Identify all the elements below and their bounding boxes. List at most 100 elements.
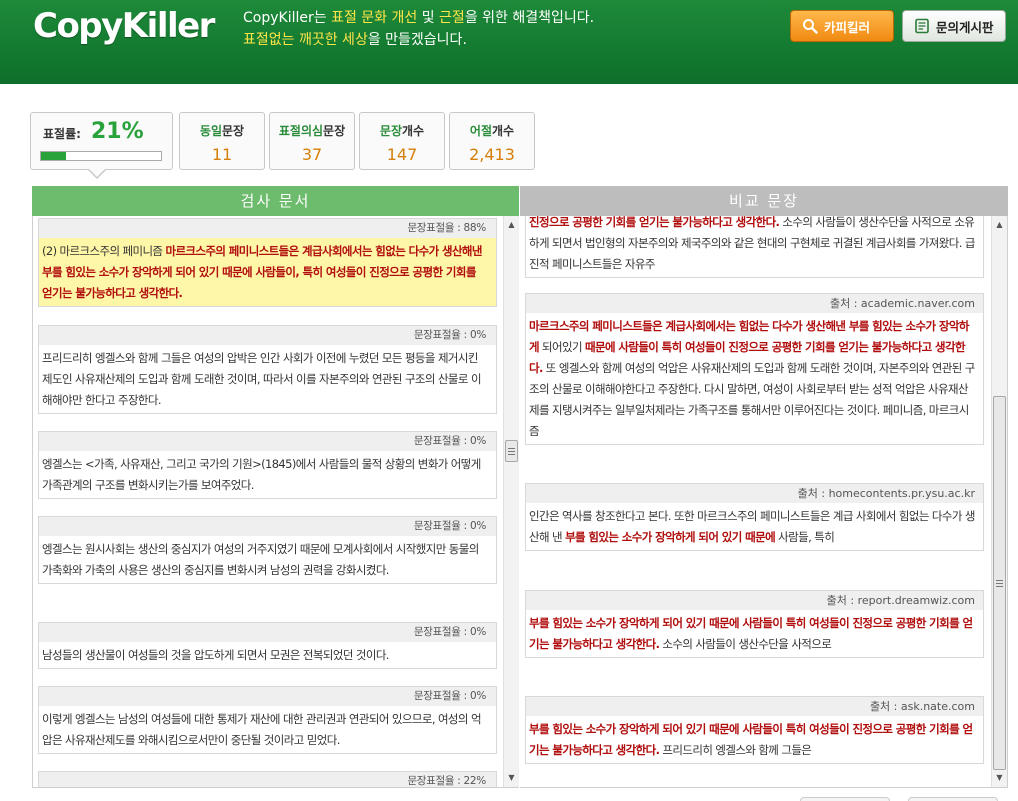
plagiarism-rate-box: 표절률: 21% <box>30 112 173 170</box>
slogan-highlight: 근절 <box>439 10 465 26</box>
slogan-text: 및 <box>417 10 440 26</box>
sentence-plagiarism-rate: 문장표절율 : 0% <box>39 432 496 451</box>
grip-icon <box>996 579 1003 587</box>
stat-label-green: 문장 <box>379 124 402 138</box>
stat-label-rest: 문장 <box>222 124 245 138</box>
scroll-thumb[interactable] <box>505 440 518 462</box>
stat-label: 표절의심문장 <box>270 122 354 139</box>
document-sentence-text: 이렇게 엥겔스는 남성의 여성들에 대한 통제가 재산에 대한 관리권과 연관되… <box>42 712 482 747</box>
plagiarism-rate-label: 표절률: <box>43 127 81 141</box>
source-url[interactable]: 출처 : homecontents.pr.ysu.ac.kr <box>526 484 983 503</box>
sentence-plagiarism-rate: 문장표절율 : 0% <box>39 687 496 706</box>
sentence-plagiarism-rate: 문장표절율 : 0% <box>39 623 496 642</box>
slogan-highlight: 표절없는 깨끗한 세상 <box>243 32 368 48</box>
document-sentence-text: (2) 마르크스주의 페미니즘 마르크스주의 페미니스트들은 계급사회에서는 힘… <box>39 238 496 306</box>
document-sentence-block[interactable]: 문장표절율 : 0% 엥겔스는 <가족, 사유재산, 그리고 국가의 기원>(1… <box>38 431 497 499</box>
comparison-text: 인간은 역사를 창조한다고 본다. 또한 마르크스주의 페미니스트들은 계급 사… <box>526 503 983 550</box>
slogan-line-2: 표절없는 깨끗한 세상을 만들겠습니다. <box>243 29 594 51</box>
inspected-document-title: 검사 문서 <box>32 186 519 216</box>
stat-label-green: 동일 <box>199 124 222 138</box>
stat-word-count: 어절개수 2,413 <box>449 112 535 170</box>
grip-icon <box>508 447 515 455</box>
document-sentence-block[interactable]: 문장표절율 : 0% 엥겔스는 원시사회는 생산의 중심지가 여성의 거주지였기… <box>38 516 497 584</box>
comparison-sentences-panel[interactable]: 진정으로 공평한 기회를 얻기는 불가능하다고 생각한다. 소수의 사람들이 생… <box>520 216 1008 788</box>
stat-value: 147 <box>386 145 418 164</box>
slogan-brand: CopyKiller <box>243 10 314 26</box>
sentence-plagiarism-rate: 문장표절율 : 88% <box>39 219 496 238</box>
stat-pointer-inner <box>89 169 105 177</box>
stat-label: 동일문장 <box>180 122 264 139</box>
sentence-plagiarism-rate: 문장표절율 : 0% <box>39 517 496 536</box>
matched-part: 부를 힘있는 소수가 장악하게 되어 있기 때문에 <box>565 530 776 544</box>
copykiller-button[interactable]: 카피킬러 <box>790 10 894 42</box>
comparison-source-block[interactable]: 출처 : homecontents.pr.ysu.ac.kr 인간은 역사를 창… <box>525 483 984 551</box>
comparison-source-block[interactable]: 진정으로 공평한 기회를 얻기는 불가능하다고 생각한다. 소수의 사람들이 생… <box>525 216 984 278</box>
stat-label-green: 어절 <box>469 124 492 138</box>
scroll-up-arrow-icon[interactable]: ▲ <box>504 218 519 232</box>
left-scrollbar[interactable]: ▲ ▼ <box>503 216 519 787</box>
scroll-up-arrow-icon[interactable]: ▲ <box>992 218 1007 232</box>
comparison-text: 진정으로 공평한 기회를 얻기는 불가능하다고 생각한다. 소수의 사람들이 생… <box>526 216 983 277</box>
slogan-text: 을 위한 해결책입니다. <box>464 10 595 26</box>
stat-value: 2,413 <box>469 145 515 164</box>
source-part: 되어있기 <box>538 340 586 354</box>
comparison-source-block[interactable]: 출처 : academic.naver.com 마르크스주의 페미니스트들은 계… <box>525 293 984 445</box>
stat-label-rest: 개수 <box>492 124 515 138</box>
comparison-text: 부를 힘있는 소수가 장악하게 되어 있기 때문에 사람들이 특히 여성들이 진… <box>526 716 983 763</box>
stat-label-green: 표절의심 <box>278 124 324 138</box>
matched-part: 진정으로 공평한 기회를 얻기는 불가능하다고 생각한다. <box>529 216 780 229</box>
sentence-plagiarism-rate: 문장표절율 : 22% <box>39 772 496 787</box>
source-part: 사람들, 특히 <box>775 530 835 544</box>
source-url[interactable]: 출처 : academic.naver.com <box>526 294 983 313</box>
plagiarism-rate-value: 21% <box>91 119 144 144</box>
document-sentence-text: 프리드리히 엥겔스와 함께 그들은 여성의 압박은 인간 사회가 이전에 누렸던… <box>42 351 482 407</box>
plagiarism-rate-bar <box>40 151 162 161</box>
source-url[interactable]: 출처 : report.dreamwiz.com <box>526 591 983 610</box>
stat-label-rest: 문장 <box>323 124 346 138</box>
stat-label: 문장개수 <box>360 122 444 139</box>
slogan-line-1: CopyKiller는 표절 문화 개선 및 근절을 위한 해결책입니다. <box>243 7 594 29</box>
slogan-highlight: 표절 문화 개선 <box>331 10 418 26</box>
stat-sentence-count: 문장개수 147 <box>359 112 445 170</box>
sentence-plagiarism-rate: 문장표절율 : 0% <box>39 326 496 345</box>
document-sentence-block[interactable]: 문장표절율 : 88% (2) 마르크스주의 페미니즘 마르크스주의 페미니스트… <box>38 218 497 307</box>
document-sentence-text: 남성들의 생산물이 여성들의 것을 압도하게 되면서 모권은 전복되었던 것이다… <box>42 648 389 662</box>
scroll-down-arrow-icon[interactable]: ▼ <box>504 771 519 785</box>
right-scrollbar[interactable]: ▲ ▼ <box>991 216 1007 787</box>
source-part: 소수의 사람들이 생산수단을 사적으로 <box>659 637 832 651</box>
document-sentence-block[interactable]: 문장표절율 : 0% 남성들의 생산물이 여성들의 것을 압도하게 되면서 모권… <box>38 622 497 669</box>
inspected-document-panel[interactable]: 문장표절율 : 88% (2) 마르크스주의 페미니즘 마르크스주의 페미니스트… <box>32 216 519 788</box>
copykiller-logo[interactable]: CopyKiller <box>33 6 215 46</box>
scroll-thumb[interactable] <box>993 396 1006 770</box>
plagiarism-rate-bar-fill <box>41 152 67 160</box>
comparison-sentences-title: 비교 문장 <box>520 186 1008 216</box>
stat-value: 37 <box>301 145 323 164</box>
copykiller-button-label: 카피킬러 <box>824 19 871 35</box>
stat-value: 11 <box>211 145 233 164</box>
source-part: 프리드리히 엥겔스와 함께 그들은 <box>659 743 812 757</box>
document-sentence-text: 엥겔스는 <가족, 사유재산, 그리고 국가의 기원>(1845)에서 사람들의… <box>42 457 481 492</box>
stat-label-rest: 개수 <box>402 124 425 138</box>
document-sentence-block[interactable]: 문장표절율 : 0% 이렇게 엥겔스는 남성의 여성들에 대한 통제가 재산에 … <box>38 686 497 754</box>
comparison-text: 부를 힘있는 소수가 장악하게 되어 있기 때문에 사람들이 특히 여성들이 진… <box>526 610 983 657</box>
slogan-text: 을 만들겠습니다. <box>367 32 467 48</box>
slogan-text: 는 <box>313 10 332 26</box>
stat-suspected-sentences: 표절의심문장 37 <box>269 112 355 170</box>
stat-label: 어절개수 <box>450 122 534 139</box>
footer-tab[interactable] <box>800 797 890 801</box>
stat-identical-sentences: 동일문장 11 <box>179 112 265 170</box>
document-sentence-text: 엥겔스는 원시사회는 생산의 중심지가 여성의 거주지였기 때문에 모계사회에서… <box>42 542 479 577</box>
footer-tab[interactable] <box>908 797 998 801</box>
inquiry-board-button-label: 문의게시판 <box>936 19 994 35</box>
scroll-down-arrow-icon[interactable]: ▼ <box>992 771 1007 785</box>
inquiry-board-button[interactable]: 문의게시판 <box>902 10 1006 42</box>
header-bar: CopyKiller CopyKiller는 표절 문화 개선 및 근절을 위한… <box>0 0 1018 84</box>
document-sentence-block[interactable]: 문장표절율 : 22% <box>38 771 497 787</box>
comparison-source-block[interactable]: 출처 : report.dreamwiz.com 부를 힘있는 소수가 장악하게… <box>525 590 984 658</box>
comparison-text: 마르크스주의 페미니스트들은 계급사회에서는 힘없는 다수가 생산해낸 부를 힘… <box>526 313 983 444</box>
source-url[interactable]: 출처 : ask.nate.com <box>526 697 983 716</box>
board-icon <box>913 17 931 35</box>
magnifier-icon <box>801 17 819 35</box>
comparison-source-block[interactable]: 출처 : ask.nate.com 부를 힘있는 소수가 장악하게 되어 있기 … <box>525 696 984 764</box>
document-sentence-block[interactable]: 문장표절율 : 0% 프리드리히 엥겔스와 함께 그들은 여성의 압박은 인간 … <box>38 325 497 414</box>
